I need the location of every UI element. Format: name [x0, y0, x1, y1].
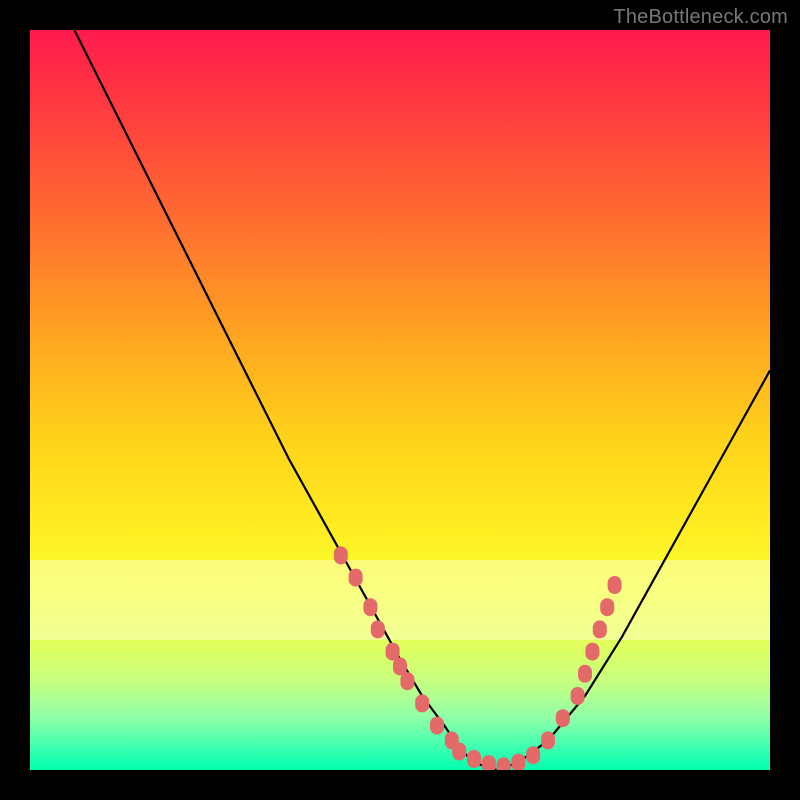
chart-frame: TheBottleneck.com — [0, 0, 800, 800]
plot-background-gradient — [30, 30, 770, 770]
watermark-text: TheBottleneck.com — [613, 6, 788, 29]
